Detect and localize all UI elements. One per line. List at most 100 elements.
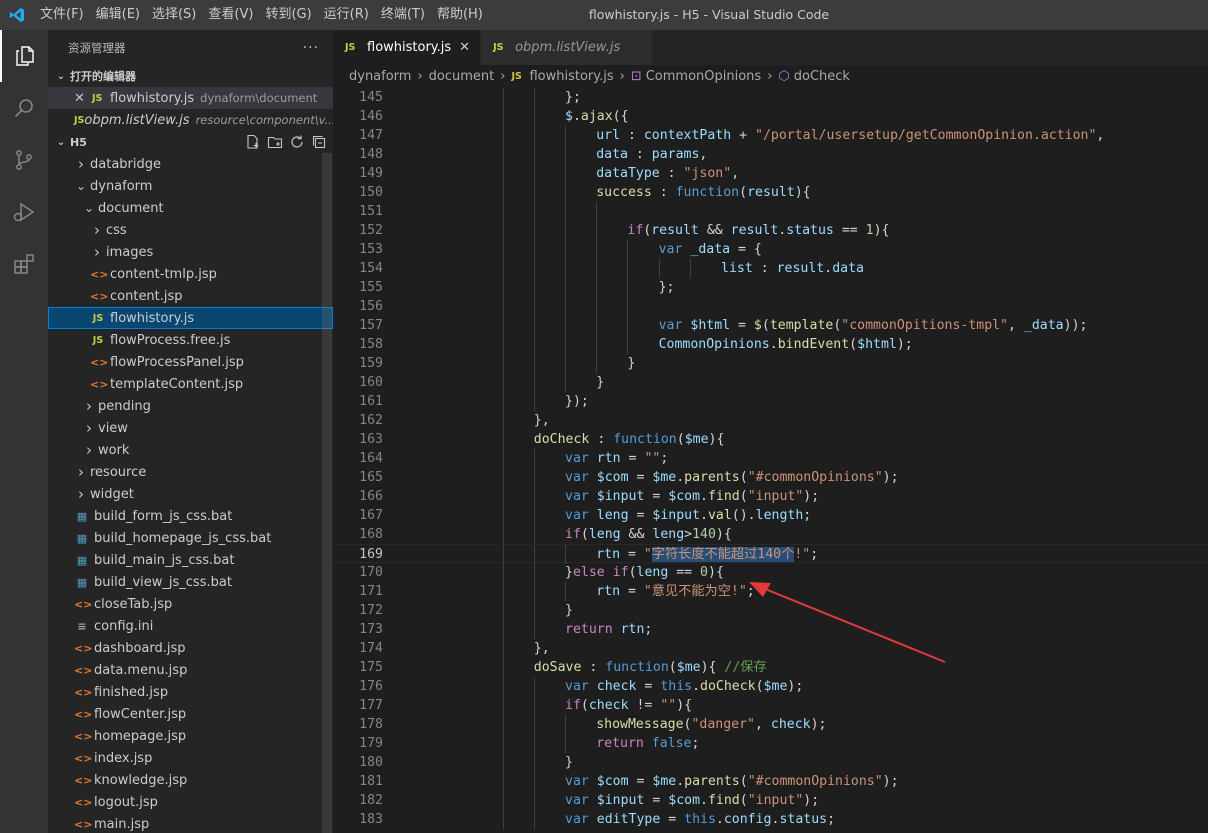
- more-actions-icon[interactable]: ···: [303, 40, 319, 56]
- tab-flowhistory[interactable]: JS flowhistory.js ✕: [333, 30, 482, 65]
- tree-file[interactable]: ≡ config.ini: [48, 615, 333, 637]
- menu-item[interactable]: 转到(G): [259, 0, 317, 30]
- tree-file[interactable]: <> finished.jsp: [48, 681, 333, 703]
- code-editor[interactable]: 145}; 146 $.ajax({147 url : contextPath + "…: [333, 87, 1208, 833]
- code-line[interactable]: 166 var $input = $com.find("input");: [333, 487, 1208, 506]
- tree-file[interactable]: <> data.menu.jsp: [48, 659, 333, 681]
- breadcrumb-file[interactable]: flowhistory.js: [529, 69, 613, 84]
- code-line[interactable]: 167 var leng = $input.val().length;: [333, 506, 1208, 525]
- menu-item[interactable]: 选择(S): [146, 0, 202, 30]
- new-folder-icon[interactable]: [267, 134, 283, 150]
- workspace-header[interactable]: ⌄ H5: [48, 131, 333, 153]
- code-line[interactable]: 146 $.ajax({: [333, 107, 1208, 126]
- menu-item[interactable]: 文件(F): [34, 0, 90, 30]
- search-icon[interactable]: [0, 82, 48, 134]
- explorer-icon[interactable]: [0, 30, 48, 82]
- tree-file[interactable]: <> templateContent.jsp: [48, 373, 333, 395]
- code-line[interactable]: 179 return false;: [333, 734, 1208, 753]
- breadcrumb-folder[interactable]: document: [429, 69, 495, 84]
- new-file-icon[interactable]: [245, 134, 261, 150]
- open-editor-item[interactable]: JS obpm.listView.js resource\component\v..…: [48, 109, 333, 131]
- code-line[interactable]: 163 doCheck : function($me){: [333, 430, 1208, 449]
- code-line[interactable]: 181 var $com = $me.parents("#commonOpinio…: [333, 772, 1208, 791]
- tree-file[interactable]: <> dashboard.jsp: [48, 637, 333, 659]
- code-line[interactable]: 156: [333, 297, 1208, 316]
- code-line[interactable]: 155};: [333, 278, 1208, 297]
- tree-folder[interactable]: › work: [48, 439, 333, 461]
- breadcrumb-object[interactable]: CommonOpinions: [646, 69, 761, 84]
- tree-file[interactable]: <> content-tmlp.jsp: [48, 263, 333, 285]
- tree-folder[interactable]: › resource: [48, 461, 333, 483]
- code-line[interactable]: 145};: [333, 88, 1208, 107]
- code-line[interactable]: 171 rtn = "意见不能为空!";: [333, 582, 1208, 601]
- tree-folder[interactable]: › databridge: [48, 153, 333, 175]
- tree-file[interactable]: ▦ build_homepage_js_css.bat: [48, 527, 333, 549]
- open-editors-header[interactable]: ⌄ 打开的编辑器: [48, 65, 333, 87]
- menu-item[interactable]: 编辑(E): [90, 0, 146, 30]
- code-line[interactable]: 158 CommonOpinions.bindEvent($html);: [333, 335, 1208, 354]
- tree-file[interactable]: <> content.jsp: [48, 285, 333, 307]
- code-line[interactable]: 161});: [333, 392, 1208, 411]
- menu-item[interactable]: 查看(V): [202, 0, 259, 30]
- tree-folder[interactable]: › css: [48, 219, 333, 241]
- code-line[interactable]: 153 var _data = {: [333, 240, 1208, 259]
- code-line[interactable]: 183 var editType = this.config.status;: [333, 810, 1208, 829]
- code-line[interactable]: 170}else if(leng == 0){: [333, 563, 1208, 582]
- tab-obpm-listview[interactable]: JS obpm.listView.js: [481, 30, 654, 65]
- code-line[interactable]: 175 doSave : function($me){ //保存: [333, 658, 1208, 677]
- code-line[interactable]: 157 var $html = $(template("commonOpition…: [333, 316, 1208, 335]
- sidebar-scrollbar[interactable]: [322, 153, 332, 833]
- tree-folder[interactable]: › pending: [48, 395, 333, 417]
- menu-item[interactable]: 终端(T): [375, 0, 431, 30]
- code-line[interactable]: 182 var $input = $com.find("input");: [333, 791, 1208, 810]
- code-line[interactable]: 147 url : contextPath + "/portal/usersetu…: [333, 126, 1208, 145]
- tree-folder[interactable]: › view: [48, 417, 333, 439]
- code-line[interactable]: 152 if(result && result.status == 1){: [333, 221, 1208, 240]
- code-line[interactable]: 164 var rtn = "";: [333, 449, 1208, 468]
- tree-file[interactable]: ▦ build_form_js_css.bat: [48, 505, 333, 527]
- tree-folder[interactable]: › widget: [48, 483, 333, 505]
- code-line[interactable]: 162},: [333, 411, 1208, 430]
- code-line[interactable]: 165 var $com = $me.parents("#commonOpinio…: [333, 468, 1208, 487]
- tree-file[interactable]: <> index.jsp: [48, 747, 333, 769]
- code-line[interactable]: 178 showMessage("danger", check);: [333, 715, 1208, 734]
- tree-file[interactable]: <> main.jsp: [48, 813, 333, 833]
- open-editor-item[interactable]: ✕ JS flowhistory.js dynaform\document: [48, 87, 333, 109]
- refresh-icon[interactable]: [289, 134, 305, 150]
- run-debug-icon[interactable]: [0, 186, 48, 238]
- tree-file[interactable]: <> flowCenter.jsp: [48, 703, 333, 725]
- code-line[interactable]: 149 dataType : "json",: [333, 164, 1208, 183]
- tree-file[interactable]: <> knowledge.jsp: [48, 769, 333, 791]
- code-line[interactable]: 150 success : function(result){: [333, 183, 1208, 202]
- code-line[interactable]: 160}: [333, 373, 1208, 392]
- code-line[interactable]: 174},: [333, 639, 1208, 658]
- tree-file[interactable]: <> flowProcessPanel.jsp: [48, 351, 333, 373]
- tree-folder[interactable]: ⌄ dynaform: [48, 175, 333, 197]
- tree-file[interactable]: JS flowhistory.js: [48, 307, 333, 329]
- tree-file[interactable]: ▦ build_main_js_css.bat: [48, 549, 333, 571]
- menu-item[interactable]: 帮助(H): [431, 0, 489, 30]
- tree-file[interactable]: JS flowProcess.free.js: [48, 329, 333, 351]
- close-icon[interactable]: ✕: [74, 91, 92, 106]
- extensions-icon[interactable]: [0, 238, 48, 290]
- tree-file[interactable]: <> closeTab.jsp: [48, 593, 333, 615]
- code-line[interactable]: 168 if(leng && leng>140){: [333, 525, 1208, 544]
- code-line[interactable]: 180}: [333, 753, 1208, 772]
- breadcrumb-folder[interactable]: dynaform: [349, 69, 411, 84]
- code-line[interactable]: 169 rtn = "字符长度不能超过140个!";: [333, 544, 1208, 564]
- code-line[interactable]: 173 return rtn;: [333, 620, 1208, 639]
- source-control-icon[interactable]: [0, 134, 48, 186]
- menu-item[interactable]: 运行(R): [318, 0, 375, 30]
- tree-folder[interactable]: › images: [48, 241, 333, 263]
- close-icon[interactable]: ✕: [459, 40, 470, 55]
- code-line[interactable]: 172}: [333, 601, 1208, 620]
- breadcrumb-method[interactable]: doCheck: [794, 69, 850, 84]
- collapse-all-icon[interactable]: [311, 134, 327, 150]
- code-line[interactable]: 151: [333, 202, 1208, 221]
- tree-file[interactable]: <> homepage.jsp: [48, 725, 333, 747]
- code-line[interactable]: 177 if(check != ""){: [333, 696, 1208, 715]
- tree-folder[interactable]: ⌄ document: [48, 197, 333, 219]
- code-line[interactable]: 159}: [333, 354, 1208, 373]
- tree-file[interactable]: <> logout.jsp: [48, 791, 333, 813]
- code-line[interactable]: 148 data : params,: [333, 145, 1208, 164]
